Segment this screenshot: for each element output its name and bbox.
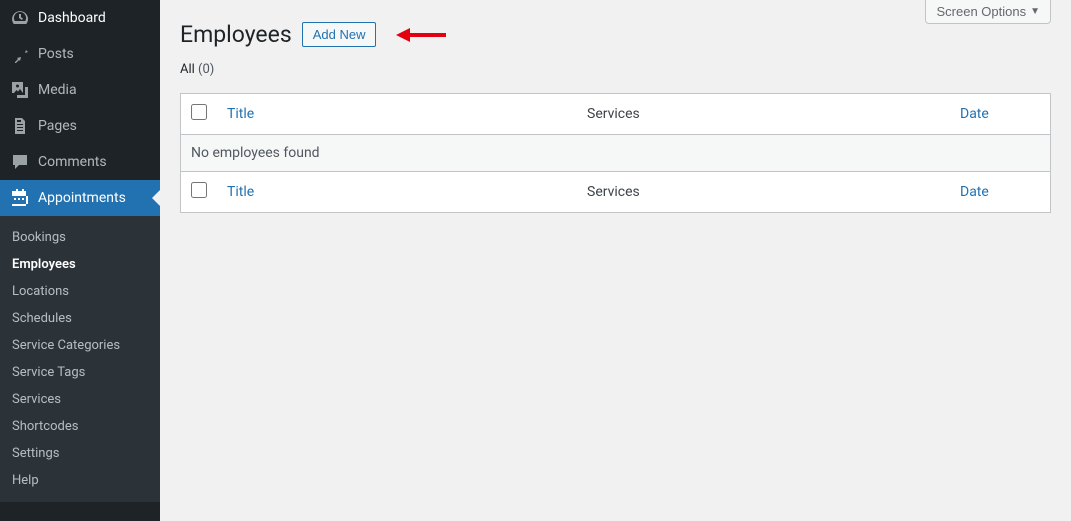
menu-item-comments[interactable]: Comments — [0, 144, 160, 180]
heading-row: Employees Add New — [180, 20, 1051, 50]
screen-options-label: Screen Options — [936, 4, 1026, 19]
chevron-down-icon: ▼ — [1030, 6, 1040, 17]
submenu-item-services[interactable]: Services — [0, 386, 160, 413]
menu-item-appointments[interactable]: Appointments — [0, 180, 160, 216]
submenu-item-employees[interactable]: Employees — [0, 251, 160, 278]
submenu-item-help[interactable]: Help — [0, 467, 160, 494]
submenu-item-schedules[interactable]: Schedules — [0, 305, 160, 332]
employees-table: Title Services Date No employees found T… — [180, 93, 1051, 213]
submenu-item-bookings[interactable]: Bookings — [0, 224, 160, 251]
menu-label: Appointments — [38, 189, 126, 207]
menu-item-posts[interactable]: Posts — [0, 36, 160, 72]
table-header-row: Title Services Date — [181, 94, 1050, 135]
submenu-item-shortcodes[interactable]: Shortcodes — [0, 413, 160, 440]
submenu-item-locations[interactable]: Locations — [0, 278, 160, 305]
admin-sidebar: Dashboard Posts Media Pages Comments — [0, 0, 160, 521]
menu-label: Media — [38, 81, 77, 99]
menu-label: Dashboard — [38, 9, 106, 27]
column-footer-title[interactable]: Title — [217, 171, 577, 212]
calendar-icon — [10, 188, 30, 208]
annotation-arrow-icon — [396, 25, 446, 45]
submenu-item-service-categories[interactable]: Service Categories — [0, 332, 160, 359]
pin-icon — [10, 44, 30, 64]
submenu-item-service-tags[interactable]: Service Tags — [0, 359, 160, 386]
menu-label: Comments — [38, 153, 107, 171]
table-footer-row: Title Services Date — [181, 171, 1050, 212]
select-all-checkbox-top[interactable] — [191, 104, 207, 120]
column-header-services: Services — [577, 94, 950, 135]
screen-options-button[interactable]: Screen Options ▼ — [925, 0, 1051, 24]
filter-all-count: (0) — [198, 62, 214, 77]
menu-label: Posts — [38, 45, 74, 63]
select-all-footer — [181, 171, 217, 212]
submenu-appointments: Bookings Employees Locations Schedules S… — [0, 216, 160, 502]
column-header-title[interactable]: Title — [217, 94, 577, 135]
menu-item-media[interactable]: Media — [0, 72, 160, 108]
add-new-button[interactable]: Add New — [302, 22, 377, 47]
dashboard-icon — [10, 8, 30, 28]
menu-label: Pages — [38, 117, 77, 135]
comments-icon — [10, 152, 30, 172]
main-content: Screen Options ▼ Employees Add New All (… — [160, 0, 1071, 521]
column-footer-services: Services — [577, 171, 950, 212]
page-title: Employees — [180, 20, 292, 50]
filter-all[interactable]: All — [180, 62, 195, 77]
submenu-item-settings[interactable]: Settings — [0, 440, 160, 467]
column-header-date[interactable]: Date — [950, 94, 1050, 135]
empty-message: No employees found — [181, 135, 1050, 171]
table-row-empty: No employees found — [181, 135, 1050, 171]
menu-item-pages[interactable]: Pages — [0, 108, 160, 144]
menu-item-dashboard[interactable]: Dashboard — [0, 0, 160, 36]
pages-icon — [10, 116, 30, 136]
select-all-header — [181, 94, 217, 135]
screen-options-wrap: Screen Options ▼ — [925, 0, 1051, 24]
select-all-checkbox-bottom[interactable] — [191, 182, 207, 198]
filter-links: All (0) — [180, 62, 1051, 77]
media-icon — [10, 80, 30, 100]
column-footer-date[interactable]: Date — [950, 171, 1050, 212]
